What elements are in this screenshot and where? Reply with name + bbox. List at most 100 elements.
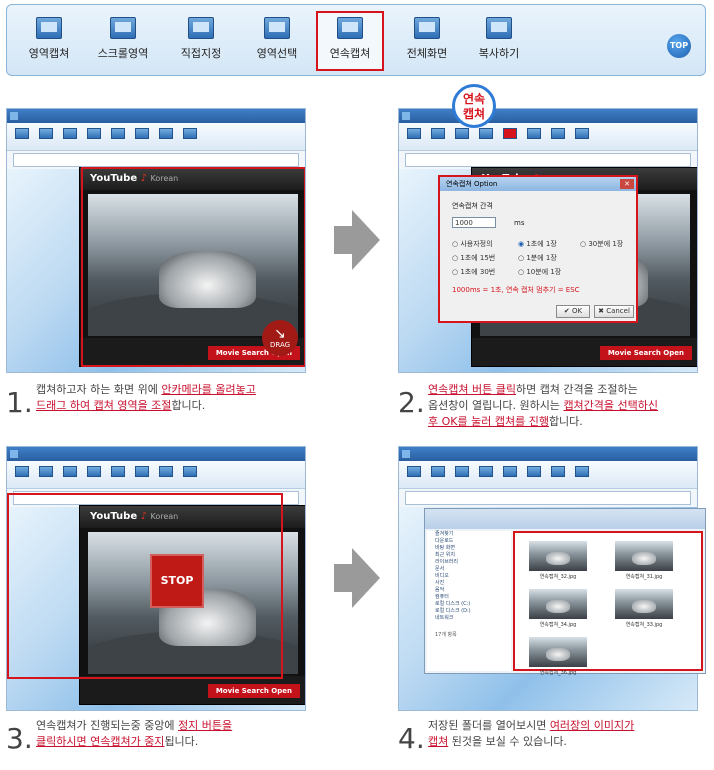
tb-label: 스크롤영역 xyxy=(97,47,149,60)
file-thumbnail[interactable] xyxy=(529,589,587,619)
step-text-part: 옵션창이 열립니다. 원하시는 xyxy=(428,399,564,412)
address-bar xyxy=(405,491,691,505)
step-number: 2. xyxy=(398,386,425,419)
step-highlight: 드래그 하여 캡쳐 영역을 조절 xyxy=(36,399,172,412)
sidebar-item[interactable]: 문서 xyxy=(427,566,511,573)
file-name: 연속캡쳐_33.jpg xyxy=(625,622,663,628)
explorer-sidebar: 즐겨찾기 다운로드 바탕 화면 최근 위치 라이브러리 문서 비디오 사진 음악… xyxy=(427,531,511,671)
interval-input[interactable]: 1000 xyxy=(452,217,496,228)
sidebar-item[interactable]: 다운로드 xyxy=(427,538,511,545)
cancel-label: Cancel xyxy=(606,307,630,315)
step-highlight: 캡쳐 xyxy=(428,735,449,748)
mini-toolbar xyxy=(7,123,305,151)
tb-continuous-capture-button[interactable]: 연속캡쳐 xyxy=(316,11,384,71)
option-1s-15-radio[interactable]: 1초에 15번 xyxy=(452,253,495,263)
tb-label: 영역캡쳐 xyxy=(28,47,70,60)
step-text-part: 연속캡쳐가 진행되는중 중앙에 xyxy=(36,719,179,732)
step-text-part: 하면 캡쳐 간격을 조절하는 xyxy=(515,383,638,396)
drag-handle[interactable]: DRAG xyxy=(262,320,298,356)
tb-copy-button[interactable]: 복사하기 xyxy=(465,15,533,69)
address-bar xyxy=(13,153,299,167)
next-arrow-icon xyxy=(334,210,380,270)
fullscreen-icon xyxy=(414,17,440,39)
step-text: 캡쳐하고자 하는 화면 위에 안카메라를 올려놓고 드래그 하여 캡쳐 영역을 … xyxy=(36,382,256,414)
dialog-titlebar: 연속캡쳐 Option ✕ xyxy=(440,177,636,191)
continuous-capture-option-dialog: 연속캡쳐 Option ✕ 연속캡쳐 간격 1000 ms 사용자정의 1초에 1… xyxy=(438,175,638,323)
sidebar-item[interactable]: 로컬 디스크 (C:) xyxy=(427,601,511,608)
step-text-part: 저장된 폴더를 열어보시면 xyxy=(428,719,550,732)
sidebar-item[interactable]: 음악 xyxy=(427,587,511,594)
sidebar-item[interactable]: 로컬 디스크 (D:) xyxy=(427,608,511,615)
file-thumbnail[interactable] xyxy=(615,589,673,619)
mini-toolbar xyxy=(399,461,697,489)
step-highlight: 안카메라를 올려놓고 xyxy=(161,383,256,396)
step-text-part: 합니다. xyxy=(171,399,206,412)
copy-icon xyxy=(486,17,512,39)
sidebar-item[interactable]: 최근 위치 xyxy=(427,552,511,559)
app-titlebar xyxy=(399,109,697,123)
movie-search-button[interactable]: Movie Search Open xyxy=(207,684,300,698)
sidebar-item[interactable]: 라이브러리 xyxy=(427,559,511,566)
file-name: 연속캡쳐_31.jpg xyxy=(625,574,663,580)
option-30m-1-radio[interactable]: 30분에 1장 xyxy=(580,239,623,249)
step-text: 연속캡쳐가 진행되는중 중앙에 정지 버튼을 클릭하시면 연속캡쳐가 중지됩니다… xyxy=(36,718,232,750)
area-select-icon xyxy=(264,17,290,39)
step-number: 4. xyxy=(398,722,425,755)
sidebar-item[interactable]: 네트워크 xyxy=(427,615,511,622)
stop-button[interactable]: STOP xyxy=(150,554,204,608)
interval-unit: ms xyxy=(514,219,525,227)
sidebar-item[interactable]: 즐겨찾기 xyxy=(427,531,511,538)
tb-scroll-capture-button[interactable]: 스크롤영역 xyxy=(89,15,157,69)
sidebar-item[interactable]: 바탕 화면 xyxy=(427,545,511,552)
step-highlight: 연속캡쳐 버튼 클릭 xyxy=(428,383,516,396)
tb-label: 영역선택 xyxy=(256,47,298,60)
tb-region-capture-button[interactable]: 영역캡쳐 xyxy=(15,15,83,69)
option-10m-1-radio[interactable]: 10분에 1장 xyxy=(518,267,561,277)
option-1s-30-radio[interactable]: 1초에 30번 xyxy=(452,267,495,277)
option-1m-1-radio[interactable]: 1분에 1장 xyxy=(518,253,556,263)
tb-direct-select-button[interactable]: 직접지정 xyxy=(167,15,235,69)
step-text: 저장된 폴더를 열어보시면 여러장의 이미지가 캡쳐 된것을 보실 수 있습니다… xyxy=(428,718,634,750)
interval-label: 연속캡쳐 간격 xyxy=(452,202,493,210)
region-capture-icon xyxy=(36,17,62,39)
step-text: 연속캡쳐 버튼 클릭하면 캡쳐 간격을 조절하는 옵션창이 열립니다. 원하시는… xyxy=(428,382,658,430)
screenshot-step1: YouTube ♪ Korean Movie Search Open xyxy=(6,108,306,373)
option-custom-radio[interactable]: 사용자정의 xyxy=(452,239,492,249)
app-titlebar xyxy=(399,447,697,461)
file-explorer-window: 즐겨찾기 다운로드 바탕 화면 최근 위치 라이브러리 문서 비디오 사진 음악… xyxy=(424,508,706,676)
continuous-capture-badge: 연속 캡쳐 xyxy=(452,84,496,128)
movie-search-button[interactable]: Movie Search Open xyxy=(599,346,692,360)
cancel-button[interactable]: ✖ Cancel xyxy=(594,305,634,318)
capture-toolbar: 영역캡쳐 스크롤영역 직접지정 영역선택 연속캡쳐 전체화면 복사하기 TOP xyxy=(6,4,706,76)
tb-area-select-button[interactable]: 영역선택 xyxy=(243,15,311,69)
option-1s-1-radio[interactable]: 1초에 1장 xyxy=(518,239,556,249)
item-count: 17개 항목 xyxy=(435,632,457,638)
ok-label: OK xyxy=(571,307,583,315)
dialog-note: 1000ms = 1초, 연속 캡처 멈추기 = ESC xyxy=(452,286,580,294)
sidebar-item[interactable]: 비디오 xyxy=(427,573,511,580)
step-highlight: 여러장의 이미지가 xyxy=(549,719,635,732)
tb-fullscreen-button[interactable]: 전체화면 xyxy=(393,15,461,69)
address-bar xyxy=(405,153,691,167)
file-thumbnail[interactable] xyxy=(615,541,673,571)
mini-toolbar xyxy=(7,461,305,489)
capture-selection-frame xyxy=(7,493,283,679)
file-thumbnail[interactable] xyxy=(529,637,587,667)
file-name: 연속캡쳐_32.jpg xyxy=(539,574,577,580)
tb-label: 연속캡쳐 xyxy=(329,47,371,60)
sidebar-item[interactable]: 사진 xyxy=(427,580,511,587)
file-thumbnail[interactable] xyxy=(529,541,587,571)
file-thumbnails: 연속캡쳐_32.jpg 연속캡쳐_31.jpg 연속캡쳐_34.jpg 연속캡쳐… xyxy=(513,531,703,676)
direct-select-icon xyxy=(188,17,214,39)
ok-button[interactable]: ✔ OK xyxy=(556,305,590,318)
dialog-title: 연속캡쳐 Option xyxy=(446,180,498,188)
file-name: 연속캡쳐_36.jpg xyxy=(539,670,577,676)
step-highlight: 후 OK를 눌러 캡쳐를 진행 xyxy=(428,415,549,428)
sidebar-item[interactable]: 컴퓨터 xyxy=(427,594,511,601)
step-number: 3. xyxy=(6,722,33,755)
continuous-capture-icon xyxy=(337,17,363,39)
next-arrow-icon xyxy=(334,548,380,608)
step-text-part: 된것을 보실 수 있습니다. xyxy=(448,735,567,748)
dialog-close-icon[interactable]: ✕ xyxy=(620,179,634,189)
top-button[interactable]: TOP xyxy=(667,34,691,58)
